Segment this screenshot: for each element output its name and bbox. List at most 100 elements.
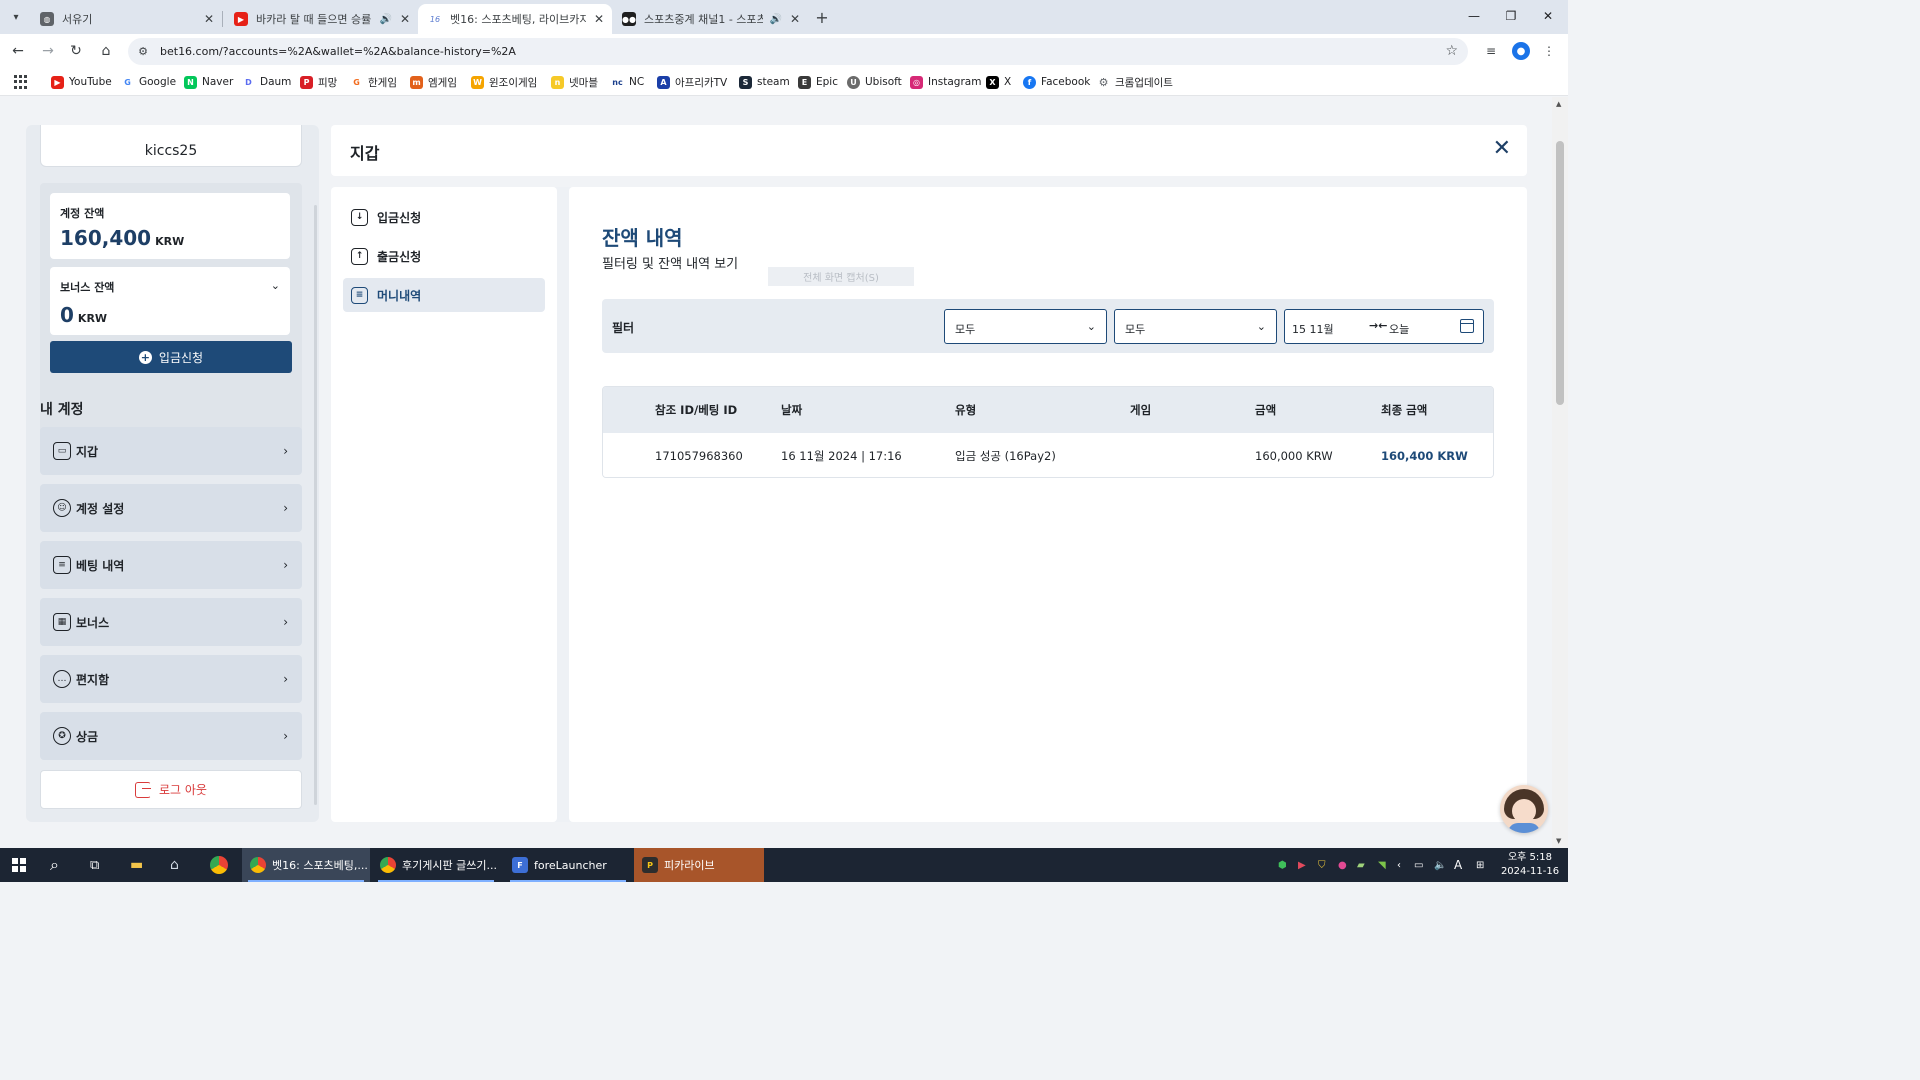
table-row[interactable]: 171057968360 16 11월 2024 | 17:16 입금 성공 (… <box>603 433 1493 477</box>
wallet-nav-withdraw[interactable]: ↑ 출금신청 <box>343 239 545 273</box>
browser-tab-active[interactable]: 16 벳16: 스포츠베팅, 라이브카지노 ✕ <box>418 4 612 34</box>
site-settings-icon[interactable]: ⚙ <box>136 45 150 59</box>
bookmark-pmang[interactable]: P 피망 <box>300 73 337 91</box>
status-filter-select[interactable]: 모두 ⌄ <box>1114 309 1277 344</box>
close-tab-icon[interactable]: ✕ <box>594 12 604 26</box>
sidebar-item-wallet[interactable]: ▭ 지갑 › <box>40 427 302 475</box>
audio-playing-icon[interactable]: 🔊 <box>379 14 391 25</box>
nvidia-tray-icon[interactable]: ◥ <box>1378 848 1386 882</box>
windows-start-icon[interactable] <box>12 848 28 882</box>
profile-avatar-icon[interactable]: ● <box>1512 42 1530 60</box>
tab-search-icon[interactable]: ▾ <box>6 7 26 27</box>
logout-button[interactable]: 로그 아웃 <box>40 770 302 809</box>
bonus-balance-card[interactable]: 보너스 잔액 ⌄ 0 KRW <box>50 267 290 335</box>
date-range-picker[interactable]: 15 11월 →← 오늘 <box>1284 309 1484 344</box>
bookmark-instagram[interactable]: ◎ Instagram <box>910 73 981 91</box>
scroll-up-icon[interactable]: ▲ <box>1556 100 1561 108</box>
taskbar-app-review-board[interactable]: 후기게시판 글쓰기... <box>372 848 500 882</box>
store-icon[interactable]: ⌂ <box>170 848 179 882</box>
deposit-button[interactable]: + 입금신청 <box>50 341 292 373</box>
back-icon[interactable]: ← <box>7 40 29 62</box>
app-tray-icon[interactable]: ● <box>1338 848 1347 882</box>
tab-separator <box>222 11 223 27</box>
bookmark-star-icon[interactable]: ☆ <box>1445 43 1458 59</box>
close-window-icon[interactable]: ✕ <box>1536 6 1560 26</box>
bookmark-hangame[interactable]: G 한게임 <box>350 73 397 91</box>
bookmark-winjoy[interactable]: W 윈조이게임 <box>471 73 537 91</box>
file-explorer-icon[interactable]: ▬ <box>130 848 143 882</box>
bookmark-epic[interactable]: E Epic <box>798 73 838 91</box>
calendar-icon[interactable] <box>1460 319 1474 333</box>
address-bar[interactable]: ⚙ bet16.com/?accounts=%2A&wallet=%2A&bal… <box>128 38 1468 65</box>
task-view-icon[interactable]: ⧉ <box>90 848 99 882</box>
scrollbar-thumb[interactable] <box>1556 141 1564 405</box>
taskbar-app-bet16[interactable]: 벳16: 스포츠베팅,... <box>242 848 370 882</box>
media-controls-icon[interactable]: ≡ <box>1482 42 1500 60</box>
browser-tab[interactable]: ●● 스포츠중계 채널1 - 스포츠 🔊 ✕ <box>612 4 808 34</box>
close-tab-icon[interactable]: ✕ <box>204 12 214 26</box>
apps-grid-icon[interactable] <box>14 75 28 89</box>
shield-tray-icon[interactable]: ⛉ <box>1318 848 1326 882</box>
support-chat-avatar[interactable] <box>1500 785 1548 833</box>
bookmark-naver[interactable]: N Naver <box>184 73 233 91</box>
gpu-tray-icon[interactable]: ▰ <box>1357 848 1365 882</box>
taskbar-app-pikalive[interactable]: P 피카라이브 <box>634 848 764 882</box>
page-scrollbar[interactable]: ▲ ▼ <box>1552 97 1568 848</box>
sidebar-scrollbar[interactable] <box>314 205 317 805</box>
close-icon[interactable]: ✕ <box>1493 137 1511 161</box>
scroll-down-icon[interactable]: ▼ <box>1556 837 1561 845</box>
bookmark-steam[interactable]: Ssteam <box>739 73 790 91</box>
bookmark-youtube[interactable]: ▶ YouTube <box>51 73 112 91</box>
bookmark-daum[interactable]: D Daum <box>242 73 291 91</box>
bookmark-ubisoft[interactable]: U Ubisoft <box>847 73 902 91</box>
chevron-down-icon[interactable]: ⌄ <box>271 279 280 292</box>
clock-date: 2024-11-16 <box>1500 866 1560 877</box>
taskbar-app-forelauncher[interactable]: F foreLauncher <box>504 848 632 882</box>
close-tab-icon[interactable]: ✕ <box>400 12 410 26</box>
wallet-nav-money-history[interactable]: ≡ 머니내역 <box>343 278 545 312</box>
sidebar-item-inbox[interactable]: … 편지함 › <box>40 655 302 703</box>
bookmark-afreecatv[interactable]: A 아프리카TV <box>657 73 727 91</box>
bookmark-netmarble[interactable]: n 넷마블 <box>551 73 598 91</box>
bookmark-x[interactable]: XX <box>986 73 1011 91</box>
search-icon[interactable]: ⌕ <box>50 848 59 882</box>
minimize-icon[interactable]: — <box>1462 6 1486 26</box>
new-tab-icon[interactable]: + <box>812 7 832 27</box>
wallet-nav-deposit[interactable]: ↓ 입금신청 <box>343 200 545 234</box>
network-icon[interactable]: ▭ <box>1414 848 1423 882</box>
wallet-icon: ▭ <box>53 442 71 460</box>
sidebar-item-betting-history[interactable]: ≡ 베팅 내역 › <box>40 541 302 589</box>
amount-cell: 160,000 KRW <box>1255 449 1333 463</box>
sidebar-item-account-settings[interactable]: ☺ 계정 설정 › <box>40 484 302 532</box>
tray-chevron-icon[interactable]: ‹ <box>1397 848 1401 882</box>
browser-tab[interactable]: ◍ 서유기 ✕ <box>30 4 222 34</box>
ime-icon[interactable]: A <box>1454 848 1462 882</box>
url-text[interactable]: bet16.com/?accounts=%2A&wallet=%2A&balan… <box>160 45 516 58</box>
chrome-icon[interactable] <box>210 848 228 882</box>
input-mode-icon[interactable]: ⊞ <box>1476 848 1484 882</box>
sidebar-item-bonus[interactable]: ▦ 보너스 › <box>40 598 302 646</box>
forward-icon[interactable]: → <box>37 40 59 62</box>
media-tray-icon[interactable]: ▶ <box>1298 848 1306 882</box>
windows-taskbar: ⌕ ⧉ ▬ ⌂ 벳16: 스포츠베팅,... 후기게시판 글쓰기... F fo… <box>0 848 1568 882</box>
bookmark-facebook[interactable]: f Facebook <box>1023 73 1090 91</box>
my-account-title: 내 계정 <box>40 402 84 418</box>
close-tab-icon[interactable]: ✕ <box>790 12 800 26</box>
bookmark-label: Epic <box>816 76 838 88</box>
volume-icon[interactable]: 🔈 <box>1434 848 1446 882</box>
audio-playing-icon[interactable]: 🔊 <box>769 14 781 25</box>
bookmark-nc[interactable]: nc NC <box>611 73 644 91</box>
sidebar-item-prizes[interactable]: ✪ 상금 › <box>40 712 302 760</box>
home-icon[interactable]: ⌂ <box>95 40 117 62</box>
bookmark-chrome-update[interactable]: ⚙ 크롬업데이트 <box>1097 73 1173 91</box>
browser-tab[interactable]: ▶ 바카라 탈 때 들으면 승률 오 🔊 ✕ <box>224 4 418 34</box>
security-tray-icon[interactable]: ⬢ <box>1278 848 1287 882</box>
restore-icon[interactable]: ❐ <box>1499 6 1523 26</box>
reload-icon[interactable]: ↻ <box>65 40 87 62</box>
bookmark-mgame[interactable]: m 엠게임 <box>410 73 457 91</box>
bookmark-google[interactable]: G Google <box>121 73 176 91</box>
type-filter-select[interactable]: 모두 ⌄ <box>944 309 1107 344</box>
system-clock[interactable]: 오후 5:18 2024-11-16 <box>1496 851 1564 879</box>
chevron-right-icon: › <box>283 729 288 743</box>
more-menu-icon[interactable]: ⋮ <box>1540 42 1558 60</box>
